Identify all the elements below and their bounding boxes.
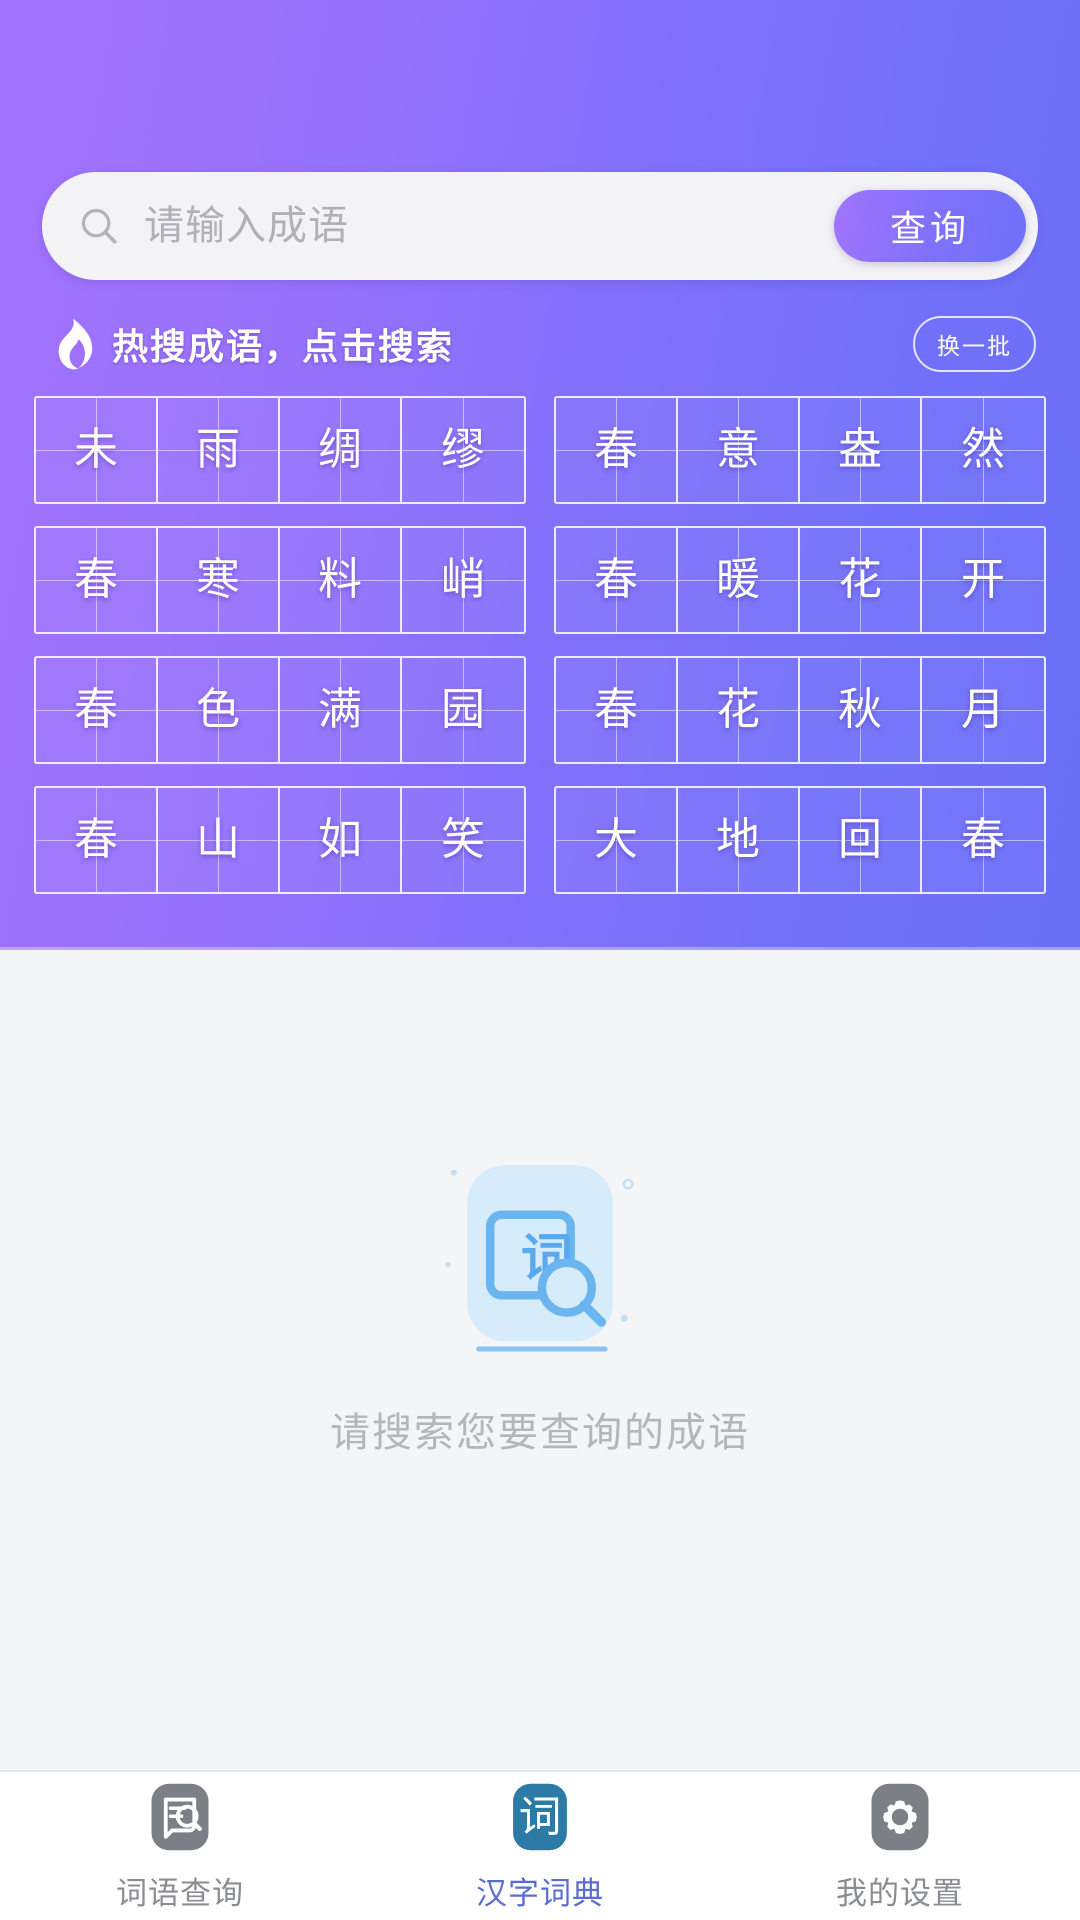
idiom-char: 笑	[441, 815, 485, 864]
idiom-char-cell: 秋	[800, 658, 922, 762]
idiom-char: 然	[961, 425, 1005, 474]
search-icon	[81, 208, 117, 244]
gear-icon	[862, 1779, 938, 1858]
idiom-char-cell: 春	[36, 788, 158, 892]
idiom-char: 峭	[441, 555, 485, 604]
tab-character-dictionary[interactable]: 词汉字词典	[360, 1779, 720, 1913]
idiom-item[interactable]: 春山如笑	[34, 786, 526, 894]
idiom-char-cell: 春	[922, 788, 1044, 892]
idiom-char-cell: 月	[922, 658, 1044, 762]
idiom-char-cell: 色	[158, 658, 280, 762]
tab-gear[interactable]: 我的设置	[720, 1779, 1080, 1913]
idiom-char: 如	[318, 815, 362, 864]
idiom-char: 春	[594, 685, 638, 734]
idiom-char: 意	[716, 425, 760, 474]
idiom-char-cell: 峭	[402, 528, 524, 632]
refresh-idioms-button[interactable]: 换一批	[913, 316, 1036, 372]
dictionary-search-icon: 词	[445, 1165, 634, 1352]
idiom-char-cell: 雨	[158, 398, 280, 502]
idiom-char: 色	[196, 685, 240, 734]
idiom-item[interactable]: 春意盎然	[554, 396, 1046, 504]
tab-word-lookup[interactable]: 词语查询	[0, 1779, 360, 1913]
idiom-char-cell: 未	[36, 398, 158, 502]
idiom-char-cell: 意	[678, 398, 800, 502]
idiom-item[interactable]: 春色满园	[34, 656, 526, 764]
idiom-char: 月	[961, 685, 1005, 734]
hot-search-header: 热搜成语，点击搜索 换一批	[48, 312, 1036, 376]
idiom-char: 开	[961, 555, 1005, 604]
idiom-char: 园	[441, 685, 485, 734]
tab-label: 我的设置	[836, 1876, 964, 1911]
idiom-char: 暖	[716, 555, 760, 604]
idiom-char: 缪	[441, 425, 485, 474]
hero-header: 查询 热搜成语，点击搜索 换一批 未雨绸缪春意盎然春寒料峭春暖花开春色满园春花秋…	[0, 0, 1080, 950]
idiom-char-cell: 暖	[678, 528, 800, 632]
idiom-char-cell: 满	[280, 658, 402, 762]
idiom-char: 料	[318, 555, 362, 604]
idiom-char: 盎	[838, 425, 882, 474]
idiom-char-cell: 春	[36, 658, 158, 762]
idiom-char: 地	[716, 815, 760, 864]
character-dictionary-icon: 词	[502, 1779, 578, 1858]
idiom-item[interactable]: 春寒料峭	[34, 526, 526, 634]
idiom-char: 春	[594, 555, 638, 604]
idiom-char-cell: 春	[556, 398, 678, 502]
idiom-char: 春	[74, 555, 118, 604]
tab-label: 词语查询	[116, 1876, 244, 1911]
hot-idiom-grid: 未雨绸缪春意盎然春寒料峭春暖花开春色满园春花秋月春山如笑大地回春	[34, 396, 1046, 894]
hot-search-title: 热搜成语，点击搜索	[112, 326, 455, 367]
search-bar[interactable]: 查询	[42, 172, 1038, 280]
idiom-char-cell: 如	[280, 788, 402, 892]
idiom-char: 寒	[196, 555, 240, 604]
app-root: 查询 热搜成语，点击搜索 换一批 未雨绸缪春意盎然春寒料峭春暖花开春色满园春花秋…	[0, 0, 1080, 1920]
empty-state-message: 请搜索您要查询的成语	[330, 1411, 750, 1455]
tab-label: 汉字词典	[476, 1876, 604, 1911]
idiom-char: 回	[838, 815, 882, 864]
search-input[interactable]	[144, 172, 834, 280]
query-button[interactable]: 查询	[834, 190, 1026, 262]
idiom-char-cell: 回	[800, 788, 922, 892]
idiom-char: 春	[961, 815, 1005, 864]
flame-icon	[58, 318, 93, 370]
idiom-char-cell: 春	[556, 658, 678, 762]
idiom-char-cell: 开	[922, 528, 1044, 632]
idiom-char: 花	[838, 555, 882, 604]
idiom-char-cell: 花	[678, 658, 800, 762]
content-area: 词 请搜索您要查询的成语	[0, 950, 1080, 1770]
idiom-char-cell: 笑	[402, 788, 524, 892]
idiom-char-cell: 盎	[800, 398, 922, 502]
idiom-char-cell: 缪	[402, 398, 524, 502]
idiom-item[interactable]: 春暖花开	[554, 526, 1046, 634]
idiom-item[interactable]: 春花秋月	[554, 656, 1046, 764]
idiom-char: 雨	[196, 425, 240, 474]
idiom-char-cell: 地	[678, 788, 800, 892]
idiom-char-cell: 山	[158, 788, 280, 892]
idiom-char-cell: 春	[36, 528, 158, 632]
idiom-char: 秋	[838, 685, 882, 734]
idiom-char: 春	[74, 685, 118, 734]
idiom-char-cell: 园	[402, 658, 524, 762]
idiom-char: 大	[594, 815, 638, 864]
idiom-char: 山	[196, 815, 240, 864]
bottom-tab-bar: 词语查询词汉字词典 我的设置	[0, 1770, 1080, 1920]
idiom-char-cell: 绸	[280, 398, 402, 502]
idiom-item[interactable]: 大地回春	[554, 786, 1046, 894]
idiom-char-cell: 春	[556, 528, 678, 632]
idiom-item[interactable]: 未雨绸缪	[34, 396, 526, 504]
idiom-char: 未	[74, 425, 118, 474]
idiom-char: 满	[318, 685, 362, 734]
idiom-char: 春	[594, 425, 638, 474]
idiom-char-cell: 大	[556, 788, 678, 892]
idiom-char: 花	[716, 685, 760, 734]
svg-text:词: 词	[519, 1793, 562, 1841]
idiom-char-cell: 花	[800, 528, 922, 632]
word-lookup-icon	[142, 1779, 218, 1858]
idiom-char-cell: 料	[280, 528, 402, 632]
idiom-char: 春	[74, 815, 118, 864]
idiom-char-cell: 寒	[158, 528, 280, 632]
idiom-char-cell: 然	[922, 398, 1044, 502]
idiom-char: 绸	[318, 425, 362, 474]
